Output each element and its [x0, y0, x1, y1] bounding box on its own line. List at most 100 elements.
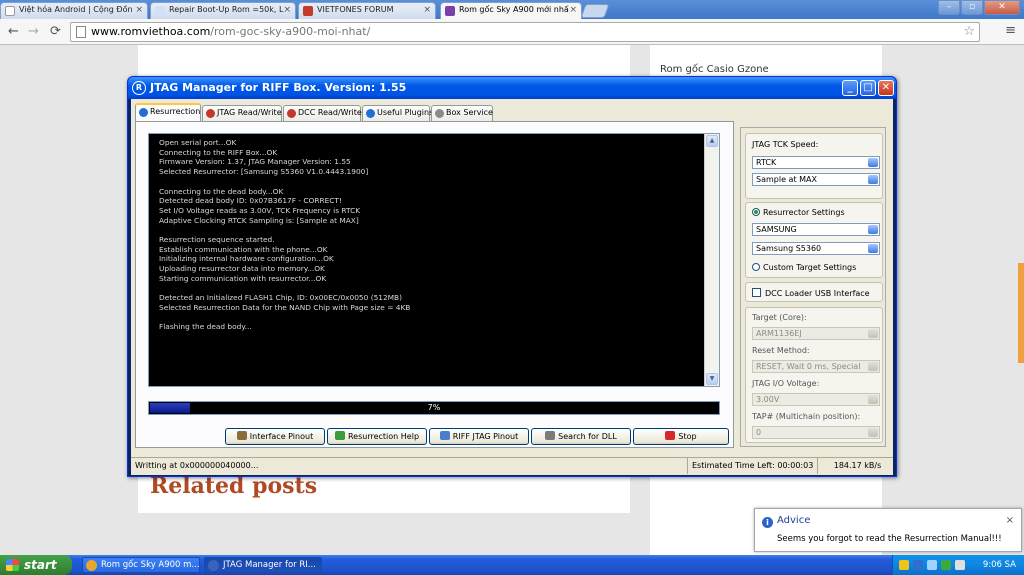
back-icon[interactable]: ← [8, 24, 19, 39]
target-core-select[interactable]: ARM1136EJ [752, 327, 880, 340]
drop-icon [445, 6, 455, 16]
windows-logo-icon [6, 559, 19, 571]
tray-network-icon[interactable] [927, 560, 937, 570]
tab-box-service[interactable]: Box Service [431, 105, 493, 121]
dropdown-arrow-icon[interactable] [868, 244, 878, 253]
select-value: Sample at MAX [756, 175, 817, 184]
progress-label: 7% [427, 403, 441, 412]
jtag-minimize-button[interactable]: _ [842, 80, 858, 96]
log-console[interactable]: Open serial port...OK Connecting to the … [149, 134, 704, 386]
scroll-down-icon[interactable]: ▼ [706, 373, 718, 385]
select-value: 0 [756, 428, 762, 437]
custom-target-option[interactable]: Custom Target Settings [752, 263, 856, 272]
address-bar[interactable]: www.romviethoa.com/rom-goc-sky-a900-moi-… [70, 22, 980, 42]
tck-speed-select[interactable]: RTCK [752, 156, 880, 169]
minimize-button[interactable]: – [938, 0, 960, 15]
dropdown-arrow-icon[interactable] [868, 175, 878, 184]
model-select[interactable]: Samsung S5360 [752, 242, 880, 255]
close-button[interactable]: ✕ [984, 0, 1020, 15]
tray-app-icon[interactable] [899, 560, 909, 570]
tray-riff-icon[interactable] [913, 560, 923, 570]
tck-speed-label: JTAG TCK Speed: [752, 140, 819, 149]
tab-close-icon[interactable]: × [283, 5, 291, 15]
menu-icon[interactable]: ≡ [1005, 23, 1016, 38]
tab-label: Repair Boot-Up Rom =50k, L [169, 5, 284, 14]
dropdown-arrow-icon[interactable] [868, 362, 878, 371]
browser-tab[interactable]: Repair Boot-Up Rom =50k, L × [150, 2, 296, 19]
select-value: ARM1136EJ [756, 329, 802, 338]
tab-close-icon[interactable]: × [569, 5, 577, 15]
jtag-body: Resurrection JTAG Read/Write DCC Read/Wr… [131, 99, 893, 475]
dropdown-arrow-icon[interactable] [868, 329, 878, 338]
jtag-maximize-button[interactable]: □ [860, 80, 876, 96]
cable-icon [439, 431, 450, 440]
new-tab-button[interactable] [580, 4, 610, 18]
search-dll-button[interactable]: Search for DLL [531, 428, 631, 445]
resurrection-panel: Open serial port...OK Connecting to the … [135, 121, 734, 448]
browser-toolbar: ← → ⟳ www.romviethoa.com/rom-goc-sky-a90… [0, 19, 1024, 45]
tab-useful-plugins[interactable]: Useful Plugins [362, 105, 434, 121]
start-button[interactable]: start [0, 555, 72, 575]
interface-pinout-button[interactable]: Interface Pinout [225, 428, 325, 445]
tab-dcc-read-write[interactable]: DCC Read/Write [283, 105, 362, 121]
checkbox-icon[interactable] [752, 288, 761, 297]
dcc-loader-checkbox[interactable]: DCC Loader USB Interface [752, 288, 870, 298]
jtag-close-button[interactable]: ✕ [878, 80, 894, 96]
page-icon [76, 26, 86, 38]
dropdown-arrow-icon[interactable] [868, 428, 878, 437]
task-label: Rom gốc Sky A900 m... [101, 560, 200, 570]
manufacturer-select[interactable]: SAMSUNG [752, 223, 880, 236]
tab-label: Resurrection [150, 107, 201, 116]
forward-icon[interactable]: → [28, 24, 39, 39]
tab-resurrection[interactable]: Resurrection [135, 103, 201, 122]
tab-label: Useful Plugins [377, 108, 434, 117]
browser-tab[interactable]: VIETFONES FORUM × [298, 2, 436, 19]
resurrector-settings-group: Resurrector Settings SAMSUNG Samsung S53… [745, 202, 883, 278]
radio-icon[interactable] [752, 263, 760, 271]
tck-speed-group: JTAG TCK Speed: RTCK Sample at MAX [745, 133, 883, 199]
resurrection-help-button[interactable]: Resurrection Help [327, 428, 427, 445]
dropdown-arrow-icon[interactable] [868, 225, 878, 234]
radio-selected-icon[interactable] [752, 208, 760, 216]
page-scroll-indicator[interactable] [1018, 263, 1024, 363]
riff-jtag-pinout-button[interactable]: RIFF JTAG Pinout [429, 428, 529, 445]
tab-close-icon[interactable]: × [423, 5, 431, 15]
status-time-left: Estimated Time Left: 00:00:03 [687, 458, 813, 474]
info-icon [139, 108, 148, 117]
taskbar-item-jtag[interactable]: JTAG Manager for RI... [204, 557, 322, 573]
search-icon [545, 431, 556, 440]
tab-close-icon[interactable]: × [135, 5, 143, 15]
io-voltage-select[interactable]: 3.00V [752, 393, 880, 406]
page-icon [155, 6, 165, 16]
tap-select[interactable]: 0 [752, 426, 880, 439]
radio-label: Resurrector Settings [763, 208, 845, 217]
advice-notification: i Advice × Seems you forgot to read the … [754, 508, 1022, 552]
jtag-title-bar[interactable]: R JTAG Manager for RIFF Box. Version: 1.… [128, 77, 896, 99]
maximize-button[interactable]: ▫ [961, 0, 983, 15]
scroll-up-icon[interactable]: ▲ [706, 135, 718, 147]
riff-logo-icon: R [132, 81, 146, 95]
resurrector-settings-option[interactable]: Resurrector Settings [752, 208, 845, 217]
browser-tab-active[interactable]: Rom gốc Sky A900 mới nhấ × [440, 2, 582, 19]
stop-button[interactable]: Stop [633, 428, 729, 445]
chrome-icon [86, 560, 97, 571]
window-controls: – ▫ ✕ [938, 0, 1020, 15]
taskbar-item-browser[interactable]: Rom gốc Sky A900 m... [82, 557, 200, 573]
sampling-select[interactable]: Sample at MAX [752, 173, 880, 186]
reset-method-select[interactable]: RESET, Wait 0 ms, Special [752, 360, 880, 373]
custom-target-group: Target (Core): ARM1136EJ Reset Method: R… [745, 307, 883, 443]
button-label: Search for DLL [558, 432, 617, 441]
dropdown-arrow-icon[interactable] [868, 395, 878, 404]
button-label: RIFF JTAG Pinout [452, 432, 519, 441]
sidebar-link[interactable]: Rom gốc Casio Gzone [660, 64, 769, 75]
reload-icon[interactable]: ⟳ [50, 24, 61, 39]
progress-bar: 7% [148, 401, 720, 415]
dropdown-arrow-icon[interactable] [868, 158, 878, 167]
tab-jtag-read-write[interactable]: JTAG Read/Write [202, 105, 282, 121]
browser-tab[interactable]: Việt hóa Android | Cộng Đồn × [0, 2, 148, 19]
tray-security-icon[interactable] [941, 560, 951, 570]
tray-volume-icon[interactable] [955, 560, 965, 570]
bookmark-star-icon[interactable]: ☆ [963, 23, 975, 41]
close-icon[interactable]: × [1006, 515, 1014, 526]
console-scrollbar[interactable]: ▲ ▼ [704, 134, 719, 386]
